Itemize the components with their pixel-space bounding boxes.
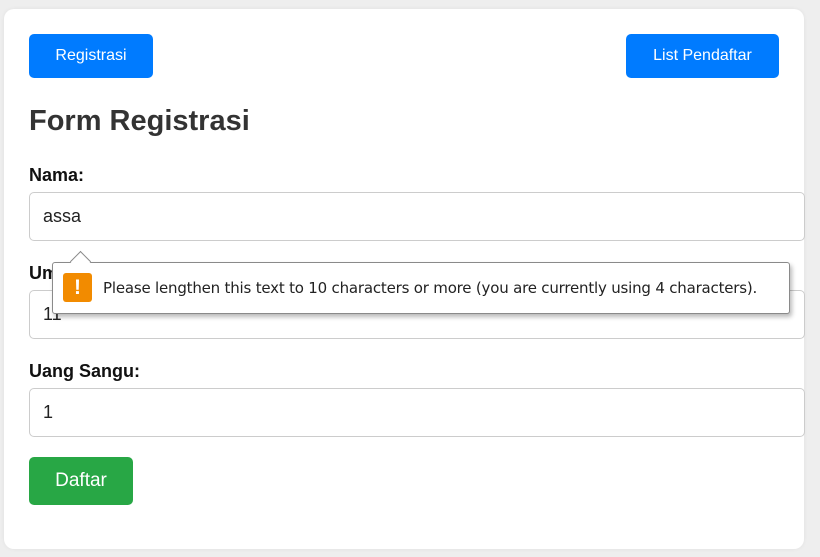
uang-sangu-input[interactable] — [29, 388, 805, 437]
tooltip-arrow — [69, 250, 92, 273]
validation-message: Please lengthen this text to 10 characte… — [103, 279, 758, 297]
nama-input[interactable] — [29, 192, 805, 241]
validation-tooltip: ! Please lengthen this text to 10 charac… — [52, 250, 790, 314]
registrasi-button[interactable]: Registrasi — [29, 34, 153, 78]
list-pendaftar-button[interactable]: List Pendaftar — [626, 34, 779, 78]
warning-icon: ! — [63, 273, 92, 302]
uang-sangu-label: Uang Sangu: — [29, 361, 140, 381]
nama-label: Nama: — [29, 165, 85, 185]
registration-card: Registrasi List Pendaftar Form Registras… — [4, 9, 805, 549]
daftar-button[interactable]: Daftar — [29, 457, 133, 505]
page-title: Form Registrasi — [29, 105, 250, 137]
